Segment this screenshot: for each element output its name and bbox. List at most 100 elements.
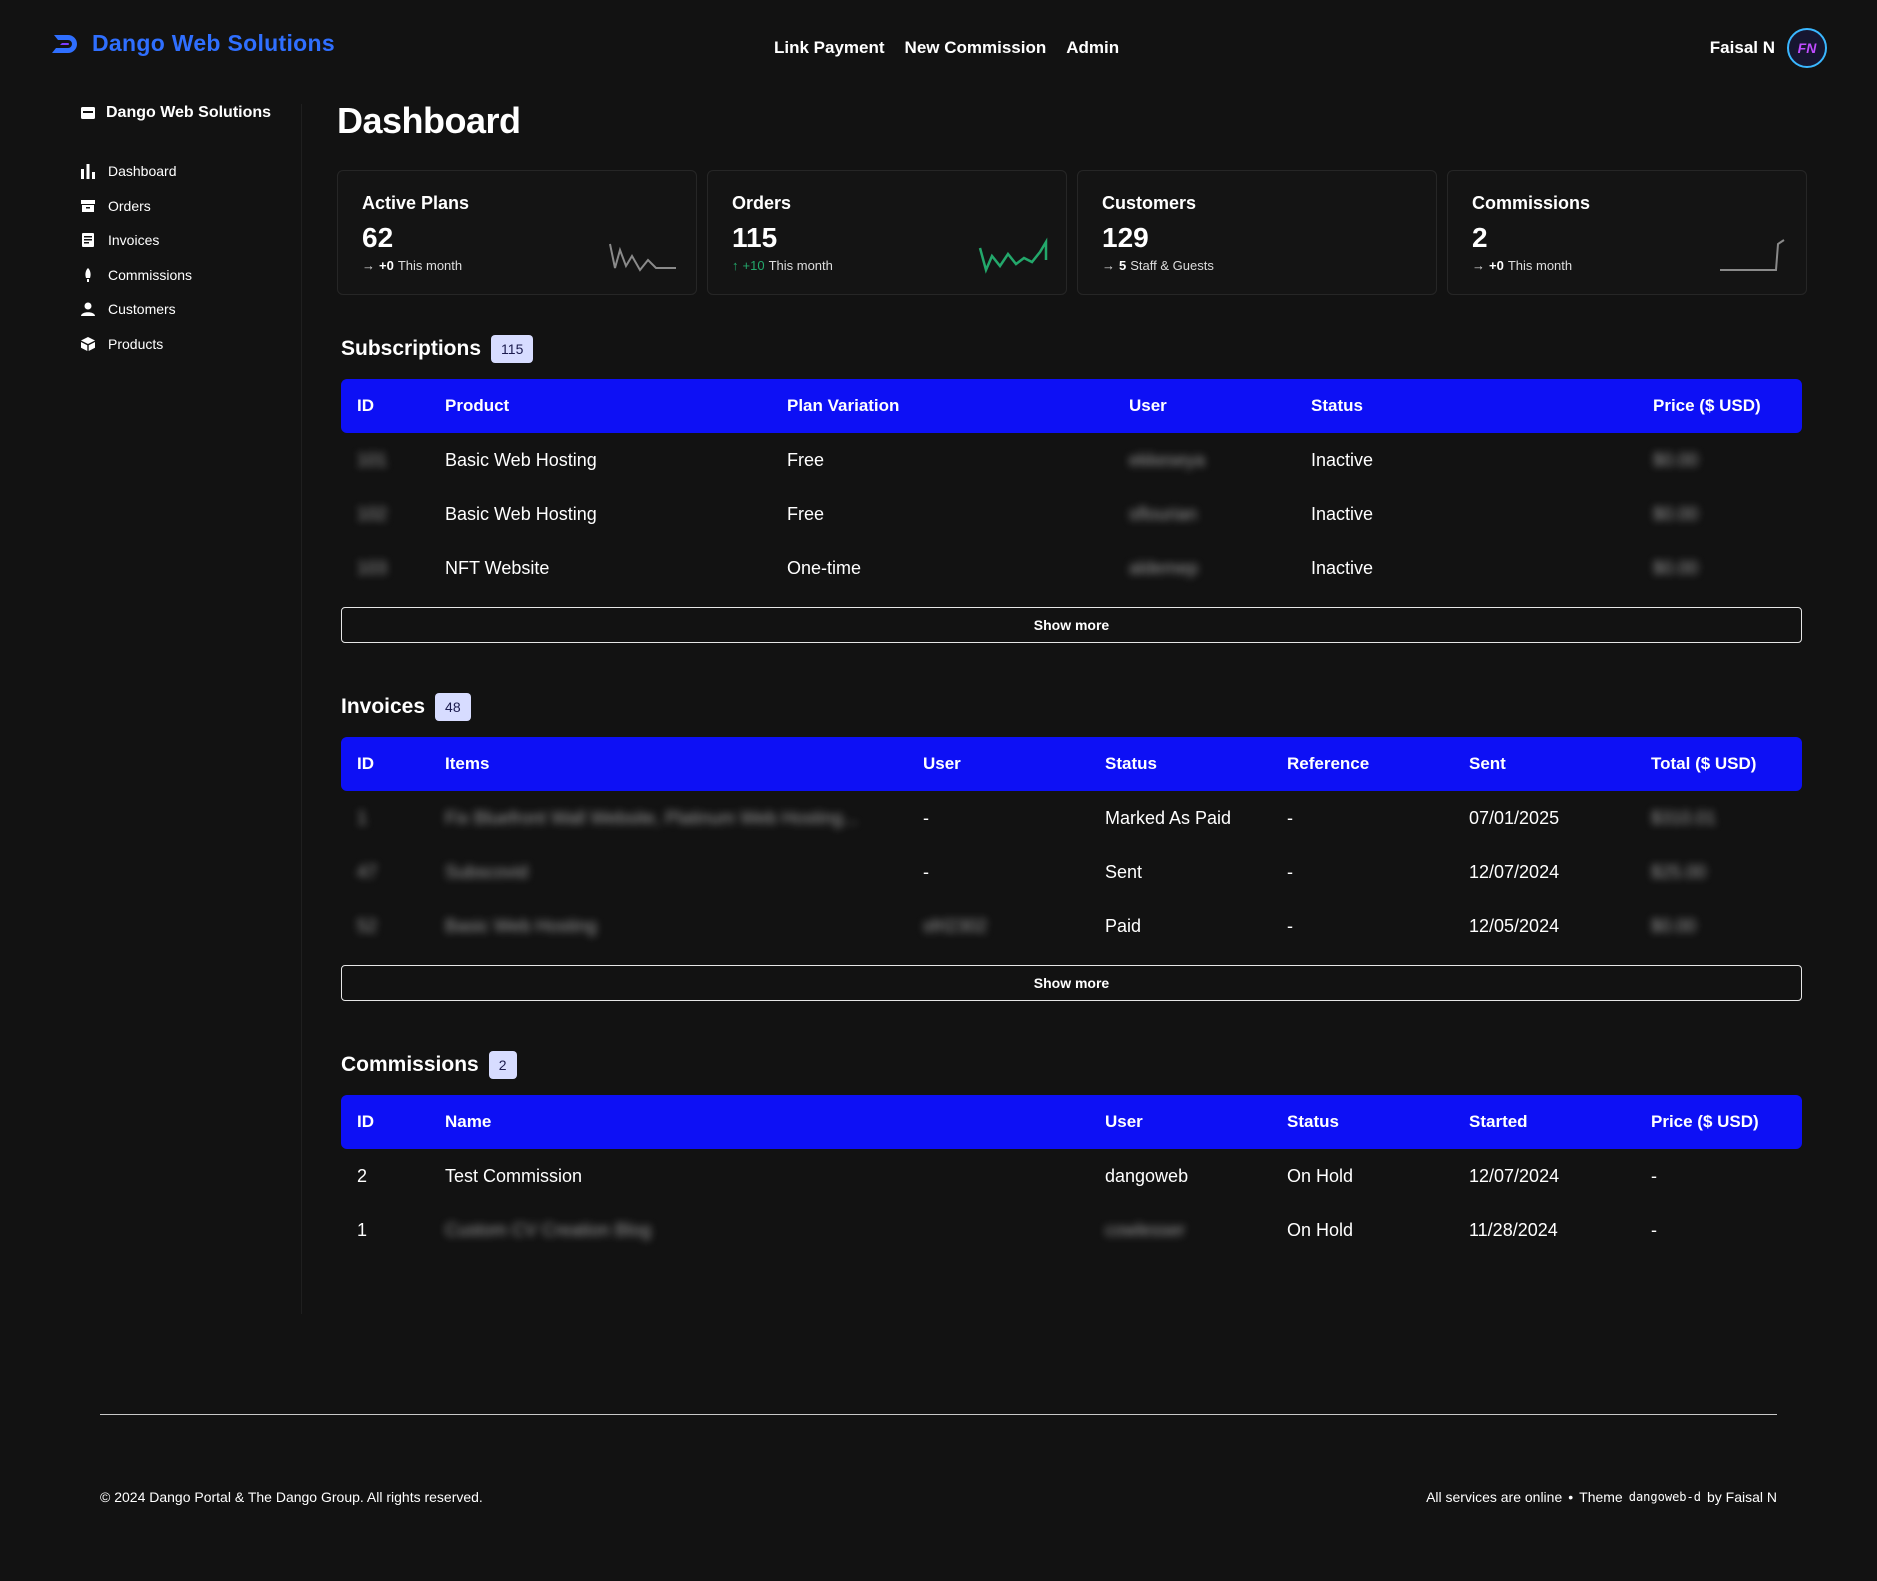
service-status[interactable]: All services are online: [1426, 1489, 1562, 1505]
user-name: Faisal N: [1709, 38, 1775, 57]
section-title: Subscriptions: [341, 337, 482, 360]
table-header: ID Product Plan Variation User Status Pr…: [341, 379, 1802, 433]
nav-new-commission[interactable]: New Commission: [905, 38, 1047, 58]
column-header[interactable]: Plan Variation: [771, 396, 1113, 416]
table-row[interactable]: 102 Basic Web Hosting Free sflourian Ina…: [341, 487, 1802, 541]
sidebar-divider: [301, 104, 302, 1314]
sidebar-item-products[interactable]: Products: [80, 327, 300, 362]
theme-name: dangoweb-d: [1628, 1490, 1701, 1504]
column-header[interactable]: Product: [429, 396, 771, 416]
cell-id: 1: [357, 807, 368, 828]
sidebar-item-label: Customers: [108, 301, 176, 318]
stat-card-customers[interactable]: Customers 129 → 5 Staff & Guests: [1077, 170, 1437, 295]
cell-sent: 12/07/2024: [1469, 861, 1560, 882]
brand[interactable]: Dango Web Solutions: [50, 30, 335, 57]
card-title: Commissions: [1472, 193, 1591, 213]
avatar[interactable]: FN: [1787, 28, 1827, 68]
column-header[interactable]: Price ($ USD): [1637, 396, 1802, 416]
column-header[interactable]: ID: [341, 1112, 429, 1132]
column-header[interactable]: User: [907, 754, 1089, 774]
section-title: Commissions: [341, 1053, 479, 1076]
card-value: 129: [1102, 222, 1149, 253]
rocket-icon: [80, 267, 96, 283]
cell-items: Subscovid: [445, 861, 529, 882]
table-row[interactable]: 1 Fix Bluefront Wall Website, Platinum W…: [341, 791, 1802, 845]
package-icon: [80, 336, 96, 352]
sidebar-item-commissions[interactable]: Commissions: [80, 258, 300, 293]
column-header[interactable]: Status: [1295, 396, 1637, 416]
column-header[interactable]: Total ($ USD): [1635, 754, 1800, 774]
user-icon: [80, 301, 96, 317]
table-row[interactable]: 2 Test Commission dangoweb On Hold 12/07…: [341, 1149, 1802, 1203]
footer-copyright: © 2024 Dango Portal & The Dango Group. A…: [100, 1489, 483, 1505]
card-change: +0: [379, 258, 394, 273]
column-header[interactable]: Name: [429, 1112, 1089, 1132]
column-header[interactable]: Items: [429, 754, 907, 774]
table-row[interactable]: 52 Basic Web Hosting sfrl2302 Paid - 12/…: [341, 899, 1802, 953]
card-title: Orders: [732, 193, 792, 213]
store-icon: [80, 105, 96, 121]
cell-status: Inactive: [1311, 503, 1374, 524]
cell-user: sflourian: [1129, 503, 1198, 524]
sidebar-brand[interactable]: Dango Web Solutions: [80, 104, 300, 122]
invoices-table: ID Items User Status Reference Sent Tota…: [341, 737, 1802, 953]
sidebar-item-invoices[interactable]: Invoices: [80, 223, 300, 258]
nav-admin[interactable]: Admin: [1066, 38, 1119, 58]
sidebar-item-dashboard[interactable]: Dashboard: [80, 154, 300, 189]
cell-product: Basic Web Hosting: [445, 449, 597, 470]
cell-price: -: [1651, 1165, 1657, 1186]
theme-author[interactable]: by Faisal N: [1707, 1489, 1777, 1505]
sidebar: Dango Web Solutions Dashboard Orders Inv…: [80, 104, 300, 361]
column-header[interactable]: Status: [1089, 754, 1271, 774]
cell-sent: 12/05/2024: [1469, 915, 1560, 936]
cell-id: 2: [357, 1165, 368, 1186]
column-header[interactable]: User: [1089, 1112, 1271, 1132]
sidebar-item-label: Products: [108, 335, 164, 352]
show-more-subscriptions-button[interactable]: Show more: [341, 607, 1802, 643]
section-header: Subscriptions 115: [341, 335, 1807, 363]
column-header[interactable]: Sent: [1453, 754, 1635, 774]
sidebar-item-label: Dashboard: [108, 163, 177, 180]
table-row[interactable]: 47 Subscovid - Sent - 12/07/2024 $25.00: [341, 845, 1802, 899]
column-header[interactable]: Started: [1453, 1112, 1635, 1132]
sparkline-icon: [1720, 239, 1785, 271]
user-menu[interactable]: Faisal N FN: [1710, 28, 1827, 68]
show-more-invoices-button[interactable]: Show more: [341, 965, 1802, 1001]
top-nav: Link Payment New Commission Admin: [774, 38, 1119, 58]
column-header[interactable]: Status: [1271, 1112, 1453, 1132]
nav-link-payment[interactable]: Link Payment: [774, 38, 885, 58]
table-row[interactable]: 1 Custom CV Creation Blog cowlesser On H…: [341, 1203, 1802, 1257]
cell-user: cowlesser: [1105, 1219, 1186, 1240]
cell-status: Inactive: [1311, 449, 1374, 470]
table-row[interactable]: 103 NFT Website One-time aldemep Inactiv…: [341, 541, 1802, 595]
count-badge: 48: [435, 693, 471, 721]
cell-plan: Free: [787, 503, 825, 524]
cell-id: 47: [357, 861, 378, 882]
column-header[interactable]: Reference: [1271, 754, 1453, 774]
cell-reference: -: [1287, 807, 1293, 828]
cell-status: Inactive: [1311, 557, 1374, 578]
table-row[interactable]: 101 Basic Web Hosting Free ekkeseya Inac…: [341, 433, 1802, 487]
stat-card-active-plans[interactable]: Active Plans 62 → +0 This month: [337, 170, 697, 295]
sidebar-item-label: Invoices: [108, 232, 160, 249]
cell-id: 1: [357, 1219, 368, 1240]
cell-status: On Hold: [1287, 1219, 1354, 1240]
cell-total: $25.00: [1651, 861, 1707, 882]
count-badge: 115: [491, 335, 534, 363]
invoices-section: Invoices 48 ID Items User Status Referen…: [337, 693, 1807, 1001]
cell-sent: 07/01/2025: [1469, 807, 1560, 828]
card-note: This month: [1507, 258, 1573, 273]
column-header[interactable]: ID: [341, 754, 429, 774]
footer-divider: [100, 1414, 1777, 1415]
sidebar-brand-label: Dango Web Solutions: [106, 104, 272, 121]
column-header[interactable]: User: [1113, 396, 1295, 416]
stat-card-commissions[interactable]: Commissions 2 → +0 This month: [1447, 170, 1807, 295]
sidebar-item-orders[interactable]: Orders: [80, 189, 300, 224]
cell-product: Basic Web Hosting: [445, 503, 597, 524]
column-header[interactable]: Price ($ USD): [1635, 1112, 1800, 1132]
cell-user: dangoweb: [1105, 1165, 1189, 1186]
bar-chart-icon: [80, 163, 96, 180]
column-header[interactable]: ID: [341, 396, 429, 416]
sidebar-item-customers[interactable]: Customers: [80, 292, 300, 327]
stat-card-orders[interactable]: Orders 115 ↑ +10 This month: [707, 170, 1067, 295]
